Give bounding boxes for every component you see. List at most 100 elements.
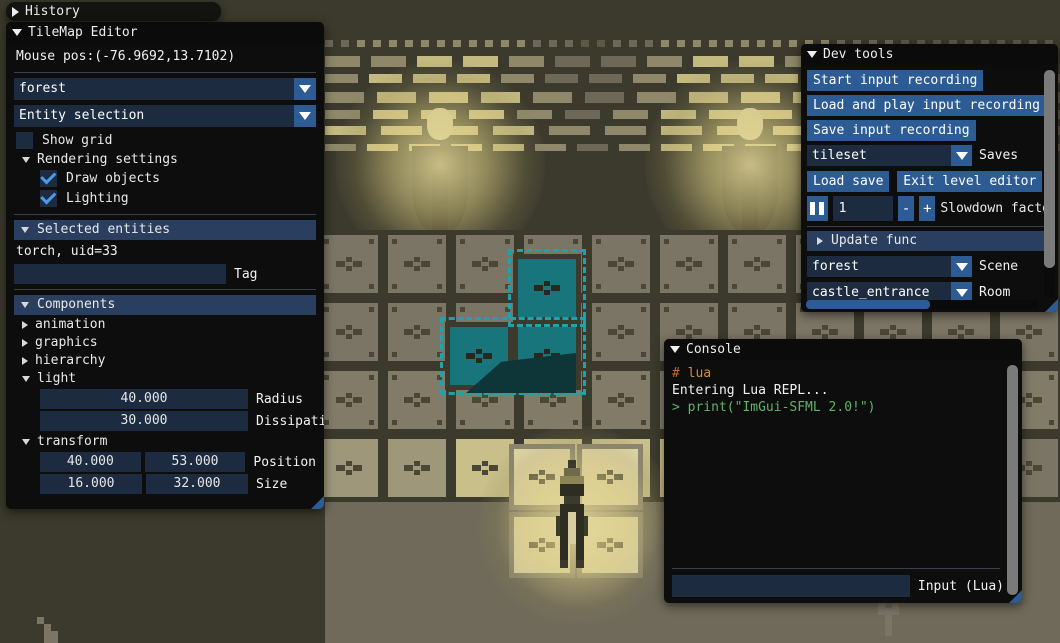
- triangle-down-icon[interactable]: [21, 302, 29, 308]
- chevron-down-icon[interactable]: [294, 78, 316, 100]
- dev-tools-horizontal-scrollbar[interactable]: [806, 300, 1038, 309]
- stone-tile[interactable]: [315, 366, 383, 434]
- rendering-settings-node[interactable]: Rendering settings: [22, 152, 316, 167]
- history-title-bar[interactable]: History: [6, 2, 221, 21]
- transform-size-row[interactable]: 16.000 32.000 Size: [40, 474, 316, 494]
- floor-tile[interactable]: [383, 434, 451, 502]
- components-header[interactable]: Components: [14, 295, 316, 315]
- hero-platform-tile[interactable]: [577, 444, 643, 510]
- load-save-button[interactable]: Load save: [807, 171, 890, 192]
- saves-combo[interactable]: tileset: [807, 145, 972, 166]
- component-node-graphics[interactable]: graphics: [22, 335, 316, 350]
- pause-icon[interactable]: [807, 196, 828, 221]
- triangle-right-icon[interactable]: [817, 237, 823, 245]
- tag-input[interactable]: [14, 264, 226, 284]
- light-dissipation-field[interactable]: 30.000: [40, 411, 248, 431]
- load-play-input-recording-button[interactable]: Load and play input recording: [807, 95, 1046, 116]
- show-grid-row[interactable]: Show grid: [16, 132, 316, 149]
- stone-tile[interactable]: [723, 230, 791, 298]
- light-radius-field[interactable]: 40.000: [40, 389, 248, 409]
- chevron-down-icon[interactable]: [294, 105, 316, 127]
- lighting-checkbox[interactable]: [40, 190, 57, 207]
- triangle-down-icon[interactable]: [21, 227, 29, 233]
- component-node-animation[interactable]: animation: [22, 317, 316, 332]
- slowdown-plus-button[interactable]: +: [919, 196, 936, 221]
- triangle-down-icon[interactable]: [22, 375, 30, 382]
- scrollbar-thumb[interactable]: [1007, 365, 1018, 595]
- console-title-bar[interactable]: Console: [664, 339, 1022, 360]
- wall-brick: [741, 40, 752, 50]
- stone-tile[interactable]: [383, 298, 451, 366]
- stone-tile[interactable]: [587, 230, 655, 298]
- tag-row[interactable]: Tag: [14, 264, 316, 284]
- position-y-field[interactable]: 53.000: [144, 452, 246, 472]
- console-window[interactable]: Console # lua Entering Lua REPL... > print…: [664, 339, 1022, 603]
- size-x-field[interactable]: 16.000: [40, 474, 142, 494]
- start-input-recording-button[interactable]: Start input recording: [807, 70, 984, 91]
- triangle-down-icon[interactable]: [22, 156, 30, 163]
- size-y-field[interactable]: 32.000: [146, 474, 248, 494]
- resize-grip[interactable]: [1009, 590, 1022, 603]
- stone-tile[interactable]: [315, 230, 383, 298]
- stone-tile[interactable]: [587, 366, 655, 434]
- slowdown-row[interactable]: 1 - + Slowdown facto: [807, 196, 1050, 221]
- console-input-field[interactable]: [672, 575, 910, 597]
- position-x-field[interactable]: 40.000: [40, 452, 141, 472]
- tile-ornament: [597, 538, 623, 552]
- triangle-down-icon[interactable]: [22, 438, 30, 445]
- scene-combo-row[interactable]: forest Scene: [807, 256, 1052, 277]
- tilemap-editor-window[interactable]: TileMap Editor Mouse pos:(-76.9692,13.71…: [6, 22, 324, 509]
- selected-tile[interactable]: [513, 254, 581, 322]
- show-grid-checkbox[interactable]: [16, 132, 33, 149]
- console-input-row[interactable]: Input (Lua): [672, 575, 1004, 597]
- triangle-right-icon[interactable]: [22, 320, 28, 329]
- dev-tools-window[interactable]: Dev tools Start input recording Load and…: [801, 44, 1058, 312]
- draw-objects-checkbox[interactable]: [40, 170, 57, 187]
- transform-position-row[interactable]: 40.000 53.000 Position: [40, 452, 316, 472]
- resize-grip[interactable]: [311, 496, 324, 509]
- component-node-light[interactable]: light: [22, 371, 316, 386]
- save-input-recording-button[interactable]: Save input recording: [807, 120, 976, 141]
- stone-tile[interactable]: [383, 230, 451, 298]
- mode-combo[interactable]: Entity selection: [14, 105, 316, 127]
- triangle-right-icon[interactable]: [22, 356, 28, 365]
- update-func-header[interactable]: Update func: [807, 231, 1052, 251]
- scrollbar-thumb[interactable]: [1044, 70, 1055, 268]
- history-window[interactable]: History: [6, 2, 221, 21]
- tilemap-editor-title-bar[interactable]: TileMap Editor: [6, 22, 324, 43]
- resize-grip[interactable]: [1045, 299, 1058, 312]
- selected-entities-header[interactable]: Selected entities: [14, 220, 316, 240]
- triangle-down-icon[interactable]: [807, 51, 817, 58]
- stone-tile[interactable]: [587, 298, 655, 366]
- torch-column: [742, 170, 758, 234]
- draw-objects-row[interactable]: Draw objects: [40, 170, 316, 187]
- stone-tile[interactable]: [383, 366, 451, 434]
- stone-tile[interactable]: [655, 230, 723, 298]
- chevron-down-icon[interactable]: [951, 145, 972, 166]
- scrollbar-thumb[interactable]: [806, 300, 930, 309]
- component-node-transform[interactable]: transform: [22, 434, 316, 449]
- dev-scene-combo[interactable]: forest: [807, 256, 972, 277]
- chevron-down-icon[interactable]: [951, 256, 972, 277]
- triangle-down-icon[interactable]: [12, 29, 22, 36]
- light-radius-row[interactable]: 40.000 Radius: [40, 389, 316, 409]
- slowdown-value-field[interactable]: 1: [832, 196, 893, 221]
- triangle-down-icon[interactable]: [670, 346, 680, 353]
- exit-level-editor-button[interactable]: Exit level editor: [897, 171, 1043, 192]
- scene-combo[interactable]: forest: [14, 78, 316, 100]
- stone-tile[interactable]: [451, 230, 519, 298]
- dev-tools-vertical-scrollbar[interactable]: [1044, 68, 1055, 298]
- floor-tile[interactable]: [315, 434, 383, 502]
- lighting-row[interactable]: Lighting: [40, 190, 316, 207]
- light-dissipation-row[interactable]: 30.000 Dissipatior: [40, 411, 324, 431]
- dev-tools-title-bar[interactable]: Dev tools: [801, 44, 1058, 65]
- console-vertical-scrollbar[interactable]: [1007, 363, 1018, 597]
- triangle-right-icon[interactable]: [22, 338, 28, 347]
- stone-tile[interactable]: [315, 298, 383, 366]
- tilemap-editor-body: Mouse pos:(-76.9692,13.7102) forest Enti…: [6, 43, 324, 504]
- saves-combo-row[interactable]: tileset Saves: [807, 145, 1052, 166]
- component-node-hierarchy[interactable]: hierarchy: [22, 353, 316, 368]
- slowdown-minus-button[interactable]: -: [897, 196, 915, 221]
- triangle-right-icon[interactable]: [12, 6, 19, 17]
- console-output-area[interactable]: # lua Entering Lua REPL... > print("ImGui-…: [664, 360, 1022, 603]
